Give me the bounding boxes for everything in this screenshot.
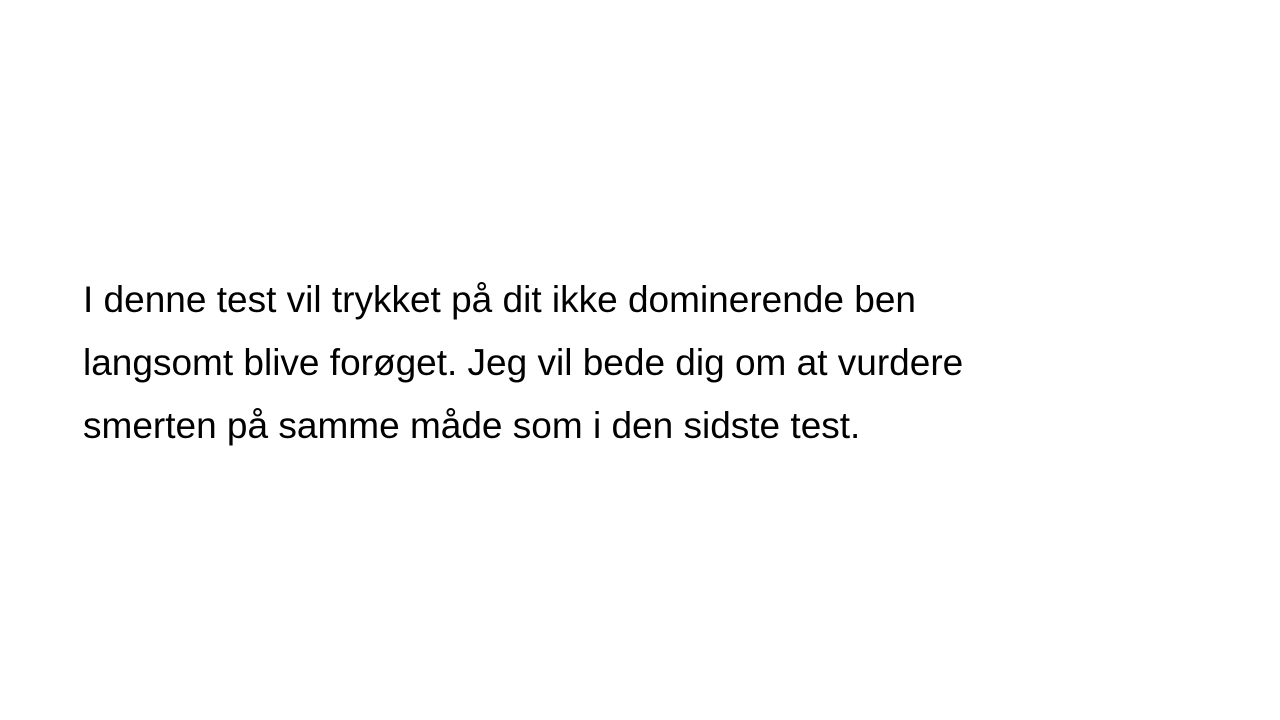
body-text-line-1: I denne test vil trykket på dit ikke dom… bbox=[83, 279, 916, 320]
slide-body-text: I denne test vil trykket på dit ikke dom… bbox=[83, 268, 1203, 457]
slide: I denne test vil trykket på dit ikke dom… bbox=[0, 0, 1280, 720]
body-text-line-3: smerten på samme måde som i den sidste t… bbox=[83, 405, 861, 446]
body-text-line-2: langsomt blive forøget. Jeg vil bede dig… bbox=[83, 342, 964, 383]
